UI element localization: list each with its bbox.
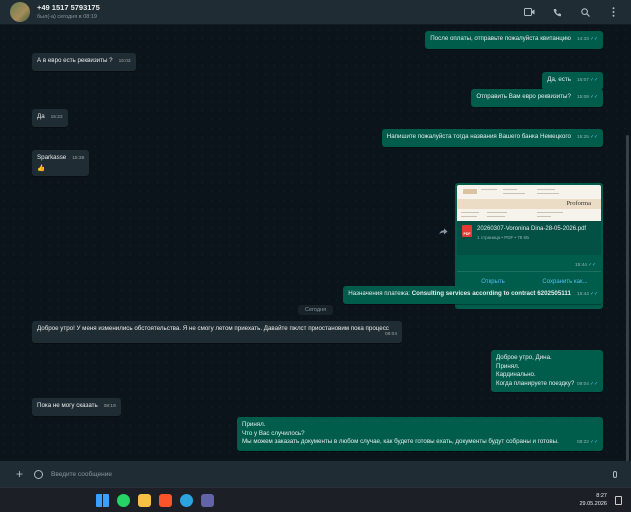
message-time: 15:36 <box>72 156 85 161</box>
message-text: Sparkasse <box>37 154 67 161</box>
message-outgoing[interactable]: Отправить Вам евро реквизиты? 15:08✓✓ <box>471 89 603 107</box>
document-preview[interactable]: Proforma <box>457 185 601 221</box>
message-line: Кардинально. <box>496 371 536 379</box>
clock-date: 29.05.2026 <box>579 501 607 507</box>
file-info: 1 страница • PDF • 78 КБ <box>477 235 530 240</box>
message-meta: 15:25✓✓ <box>576 135 598 140</box>
teams-icon[interactable] <box>201 494 214 507</box>
file-name: 20260307-Voronina Dina-28-05-2026.pdf <box>477 226 587 232</box>
search-icon[interactable] <box>579 6 591 18</box>
message-composer[interactable]: + Введите сообщение <box>0 461 631 487</box>
open-document-button[interactable]: Открыть <box>457 279 529 285</box>
system-clock[interactable]: 8:27 29.05.2026 <box>579 492 607 508</box>
message-line: Мы можем заказать документы в любом случ… <box>242 438 559 446</box>
message-line: Принял. <box>496 362 520 370</box>
message-incoming[interactable]: Sparkasse 15:36 👍 <box>32 150 90 176</box>
contact-status: был(-а) сегодня в 08:19 <box>37 14 97 20</box>
message-meta: 14:33✓✓ <box>576 37 598 42</box>
message-time: 15:22 <box>50 115 63 120</box>
preview-title: Proforma <box>566 200 591 207</box>
message-text: Доброе утро! У меня изменились обстоятел… <box>37 325 389 332</box>
video-call-icon[interactable] <box>523 6 535 18</box>
read-ticks-icon: ✓✓ <box>589 440 598 446</box>
message-label: Назначения платежа: <box>348 290 412 297</box>
message-text: Да <box>37 113 45 120</box>
emoji-icon[interactable] <box>34 469 43 479</box>
telegram-icon[interactable] <box>180 494 193 507</box>
message-meta: 15:07✓✓ <box>576 78 598 83</box>
file-explorer-icon[interactable] <box>138 494 151 507</box>
read-ticks-icon: ✓✓ <box>589 381 598 387</box>
read-ticks-icon: ✓✓ <box>589 95 598 100</box>
message-time: 08:19 <box>103 404 116 409</box>
message-outgoing[interactable]: Доброе утро, Дина. Принял. Кардинально. … <box>491 350 603 393</box>
message-text: После оплаты, отправьте пожалуйста квита… <box>430 35 571 42</box>
message-text: Пока не могу сказать <box>37 402 98 409</box>
read-ticks-icon: ✓✓ <box>589 78 598 83</box>
os-taskbar: 8:27 29.05.2026 <box>0 487 631 512</box>
message-incoming[interactable]: Пока не могу сказать 08:19 <box>32 398 121 416</box>
message-line: Принял. <box>242 421 266 428</box>
scrollbar[interactable] <box>626 135 629 461</box>
message-input[interactable]: Введите сообщение <box>51 471 613 478</box>
microphone-icon[interactable] <box>613 470 617 478</box>
message-text: Отправить Вам евро реквизиты? <box>476 93 571 100</box>
message-text: Да, есть <box>547 76 571 83</box>
message-outgoing[interactable]: Напишите пожалуйста тогда названия Вашег… <box>381 129 603 147</box>
contact-name: +49 1517 5793175 <box>37 3 100 12</box>
message-outgoing[interactable]: Принял. Что у Вас случилось? Мы можем за… <box>237 417 603 451</box>
reaction-badge[interactable]: 👍 <box>37 164 84 173</box>
message-time: 15:03 <box>118 59 131 64</box>
attach-plus-icon[interactable]: + <box>16 467 26 481</box>
document-file[interactable]: PDF 20260307-Voronina Dina-28-05-2026.pd… <box>457 221 601 255</box>
message-outgoing[interactable]: После оплаты, отправьте пожалуйста квита… <box>425 31 603 49</box>
message-incoming[interactable]: Доброе утро! У меня изменились обстоятел… <box>32 321 402 343</box>
message-meta: 15:44✓✓ <box>576 292 598 297</box>
save-as-button[interactable]: Сохранить как... <box>529 279 601 285</box>
contact-info[interactable]: +49 1517 5793175 был(-а) сегодня в 08:19 <box>37 3 100 21</box>
notification-icon[interactable] <box>615 496 622 505</box>
read-ticks-icon: ✓✓ <box>589 37 598 42</box>
menu-icon[interactable] <box>607 6 619 18</box>
whatsapp-icon[interactable] <box>117 494 130 507</box>
message-outgoing[interactable]: Да, есть 15:07✓✓ <box>542 72 603 90</box>
windows-start-icon[interactable] <box>96 494 109 507</box>
read-ticks-icon: ✓✓ <box>589 135 598 140</box>
pdf-icon: PDF <box>462 225 472 237</box>
chat-panel[interactable]: После оплаты, отправьте пожалуйста квита… <box>0 25 631 461</box>
message-meta: 15:08✓✓ <box>576 95 598 100</box>
message-incoming[interactable]: А в евро есть реквизиты ? 15:03 <box>32 53 136 71</box>
message-text: Напишите пожалуйста тогда названия Вашег… <box>386 133 571 140</box>
message-time: 08:04 <box>384 332 397 337</box>
message-line: Доброе утро, Дина. <box>496 354 552 361</box>
contact-avatar[interactable] <box>10 2 30 22</box>
brave-browser-icon[interactable] <box>159 494 172 507</box>
message-outgoing[interactable]: Назначения платежа: Consulting services … <box>343 286 603 304</box>
date-divider: Сегодня <box>298 305 334 315</box>
forward-icon[interactable] <box>439 228 448 237</box>
message-incoming[interactable]: Да 15:22 <box>32 109 68 127</box>
chat-header[interactable]: +49 1517 5793175 был(-а) сегодня в 08:19 <box>0 0 631 25</box>
read-ticks-icon: ✓✓ <box>589 292 598 297</box>
message-meta: 08:04✓✓ <box>576 381 598 387</box>
message-text: А в евро есть реквизиты ? <box>37 57 113 64</box>
clock-time: 8:27 <box>596 493 607 499</box>
read-ticks-icon: ✓✓ <box>587 263 596 268</box>
message-meta: 15:44✓✓ <box>574 263 596 268</box>
message-meta: 08:22✓✓ <box>576 440 598 446</box>
message-line: Что у Вас случилось? <box>242 429 305 437</box>
phone-icon[interactable] <box>551 6 563 18</box>
message-bold-text: Consulting services according to contrac… <box>411 290 571 297</box>
